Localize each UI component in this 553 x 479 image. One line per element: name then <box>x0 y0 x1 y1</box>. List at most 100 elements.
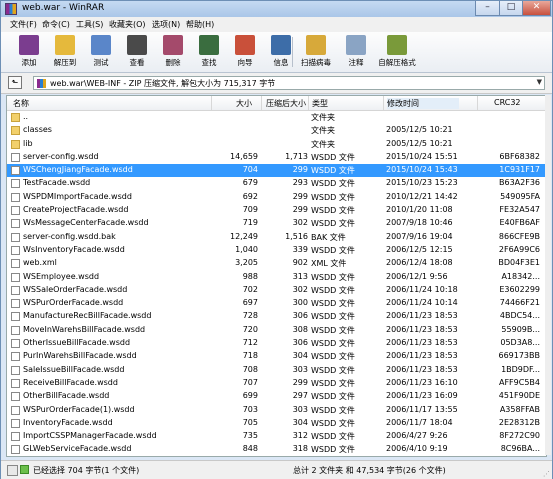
file-type: WSDD 文件 <box>311 352 355 362</box>
file-size: 848 <box>242 444 258 454</box>
add-archive-icon <box>19 35 39 55</box>
file-icon <box>11 339 20 349</box>
close-button[interactable]: ✕ <box>522 1 551 16</box>
table-row[interactable]: WSChengJiangFacade.wsdd 704 299 WSDD 文件 2015… <box>7 164 546 178</box>
toolbar-add-archive-button[interactable]: 添加 <box>11 35 47 71</box>
wizard-icon <box>235 35 255 55</box>
file-size: 692 <box>242 191 258 201</box>
toolbar-info-button[interactable]: 信息 <box>263 35 299 71</box>
file-size: 712 <box>242 338 258 348</box>
table-row[interactable]: ManufactureRecBillFacade.wsdd 728 306 WSDD … <box>7 310 546 323</box>
toolbar-virus-scan-button[interactable]: 扫描病毒 <box>298 35 334 71</box>
file-icon <box>11 325 20 335</box>
table-row[interactable]: classes 文件夹 2005/12/5 10:21 <box>7 124 546 137</box>
status-bar: 已经选择 704 字节(1 个文件) 总计 2 文件夹 和 47,534 字节(… <box>1 460 552 479</box>
table-row[interactable]: lib 文件夹 2005/12/5 10:21 <box>7 138 546 151</box>
table-row[interactable]: PurInWarehsBillFacade.wsdd 718 304 WSDD 文件 2… <box>7 350 546 363</box>
table-row[interactable]: GLWebServiceFacade.wsdd 848 318 WSDD 文件 2006… <box>7 443 546 456</box>
file-name: CreateProjectFacade.wsdd <box>23 205 129 215</box>
table-row[interactable]: server-config.wsdd.bak 12,249 1,516 BAK 文件 2… <box>7 231 546 244</box>
table-row[interactable]: .. 文件夹 <box>7 111 546 124</box>
column-type[interactable]: 类型 <box>312 98 328 109</box>
title-bar[interactable]: web.war - WinRAR – □ ✕ <box>1 1 552 17</box>
column-packed[interactable]: 压缩后大小 <box>266 98 306 109</box>
menu-favorites[interactable]: 收藏夹(O) <box>109 19 146 30</box>
file-type: WSDD 文件 <box>311 445 355 455</box>
file-packed-size: 308 <box>292 324 308 334</box>
table-row[interactable]: ImportCSSPManagerFacade.wsdd 735 312 WSDD 文… <box>7 430 546 443</box>
menu-tools[interactable]: 工具(S) <box>76 19 103 30</box>
column-name[interactable]: 名称 <box>13 98 29 109</box>
file-icon <box>11 299 20 309</box>
file-crc32: 669173BB <box>498 351 540 361</box>
file-name: WsMessageCenterFacade.wsdd <box>23 218 149 228</box>
file-packed-size: 902 <box>292 258 308 268</box>
table-row[interactable]: WSEmployee.wsdd 988 313 WSDD 文件 2006/12/1 9:… <box>7 271 546 284</box>
file-type: 文件夹 <box>311 139 335 149</box>
path-field[interactable]: web.war\WEB-INF - ZIP 压缩文件, 解包大小为 715,31… <box>33 76 545 90</box>
menu-command[interactable]: 命令(C) <box>42 19 70 30</box>
file-modified: 2006/11/24 10:14 <box>386 298 458 308</box>
table-row[interactable]: WsInventoryFacade.wsdd 1,040 339 WSDD 文件 200… <box>7 244 546 257</box>
vertical-scrollbar[interactable] <box>545 95 551 455</box>
table-row[interactable]: WSPDMImportFacade.wsdd 692 299 WSDD 文件 2010/… <box>7 191 546 204</box>
toolbar-comment-button[interactable]: 注释 <box>338 35 374 71</box>
table-row[interactable]: WsMessageCenterFacade.wsdd 719 302 WSDD 文件 2… <box>7 217 546 230</box>
maximize-button[interactable]: □ <box>499 1 523 16</box>
file-name: server-config.wsdd <box>23 151 99 161</box>
table-row[interactable]: TestFacade.wsdd 679 293 WSDD 文件 2015/10/23 1… <box>7 177 546 190</box>
menu-options[interactable]: 选项(N) <box>152 19 180 30</box>
table-row[interactable]: ReceiveBillFacade.wsdd 707 299 WSDD 文件 2006/… <box>7 377 546 390</box>
file-type: WSDD 文件 <box>311 325 355 335</box>
resize-grip-icon[interactable]: ⋰ <box>543 470 550 478</box>
file-name: OtherIssueBillFacade.wsdd <box>23 338 131 348</box>
toolbar-delete-button[interactable]: 删除 <box>155 35 191 71</box>
toolbar-extract-to-button[interactable]: 解压到 <box>47 35 83 71</box>
file-packed-size: 312 <box>292 431 308 441</box>
table-row[interactable]: WSSaleOrderFacade.wsdd 702 302 WSDD 文件 2006/… <box>7 284 546 297</box>
table-row[interactable]: web.xml 3,205 902 XML 文件 2006/12/4 18:08 BD04… <box>7 257 546 270</box>
minimize-button[interactable]: – <box>475 1 500 16</box>
menu-file[interactable]: 文件(F) <box>10 19 37 30</box>
table-row[interactable]: OtherBillFacade.wsdd 699 297 WSDD 文件 2006/11… <box>7 390 546 403</box>
file-crc32: 1C931F17 <box>499 165 540 175</box>
table-row[interactable]: MoveInWarehsBillFacade.wsdd 720 308 WSDD 文件… <box>7 324 546 337</box>
file-size: 707 <box>242 377 258 387</box>
table-row[interactable]: WSPurOrderFacade(1).wsdd 703 303 WSDD 文件 200… <box>7 404 546 417</box>
toolbar-find-button[interactable]: 查找 <box>191 35 227 71</box>
file-type: WSDD 文件 <box>311 179 355 189</box>
list-header: 名称 大小 压缩后大小 类型 修改时间 CRC32 <box>7 96 546 111</box>
file-packed-size: 304 <box>292 417 308 427</box>
chevron-down-icon[interactable]: ▼ <box>537 78 542 86</box>
table-row[interactable]: OtherIssueBillFacade.wsdd 712 306 WSDD 文件 20… <box>7 337 546 350</box>
table-row[interactable]: server-config.wsdd 14,659 1,713 WSDD 文件 2015… <box>7 151 546 164</box>
file-crc32: BD04F3E1 <box>498 258 540 268</box>
toolbar-view-button[interactable]: 查看 <box>119 35 155 71</box>
file-icon <box>11 365 20 375</box>
table-row[interactable]: WSPurOrderFacade.wsdd 697 300 WSDD 文件 2006/1… <box>7 297 546 310</box>
toolbar-sfx-button[interactable]: 自解压格式 <box>374 35 420 71</box>
file-type: WSDD 文件 <box>311 206 355 216</box>
drive-icon <box>7 465 18 476</box>
toolbar-wizard-button[interactable]: 向导 <box>227 35 263 71</box>
file-size: 703 <box>242 404 258 414</box>
file-size: 3,205 <box>235 258 258 268</box>
view-icon <box>127 35 147 55</box>
table-row[interactable]: InventoryFacade.wsdd 705 304 WSDD 文件 2006/11… <box>7 417 546 430</box>
toolbar-test-button[interactable]: 测试 <box>83 35 119 71</box>
file-type: WSDD 文件 <box>311 166 355 176</box>
column-modified[interactable]: 修改时间 <box>387 98 459 109</box>
file-name: WSPurOrderFacade.wsdd <box>23 298 124 308</box>
file-list[interactable]: 名称 大小 压缩后大小 类型 修改时间 CRC32 .. 文件夹 classes 文件… <box>6 95 547 457</box>
column-size[interactable]: 大小 <box>236 98 252 109</box>
file-packed-size: 313 <box>292 271 308 281</box>
file-crc32: E3602299 <box>499 284 540 294</box>
table-row[interactable]: CreateProjectFacade.wsdd 709 299 WSDD 文件 201… <box>7 204 546 217</box>
file-size: 702 <box>242 284 258 294</box>
table-row[interactable]: SaleIssueBillFacade.wsdd 708 303 WSDD 文件 200… <box>7 364 546 377</box>
menu-help[interactable]: 帮助(H) <box>186 19 214 30</box>
up-folder-button[interactable]: ⬑ <box>8 76 22 89</box>
file-modified: 2006/11/23 18:53 <box>386 311 458 321</box>
column-crc32[interactable]: CRC32 <box>494 98 521 107</box>
file-icon <box>11 192 20 202</box>
